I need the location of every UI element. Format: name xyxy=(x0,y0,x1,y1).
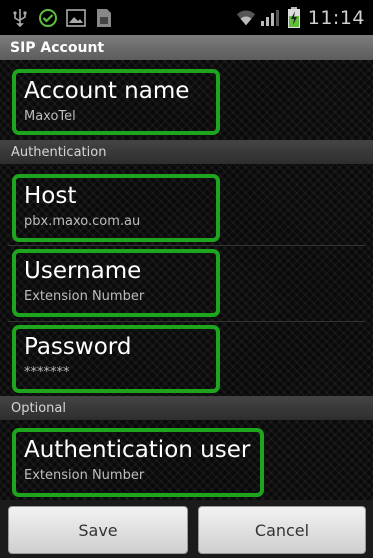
divider xyxy=(8,245,365,246)
authentication-header-label: Authentication xyxy=(11,144,107,160)
divider xyxy=(8,321,365,322)
signal-icon xyxy=(260,8,280,28)
password-preference[interactable]: Password ******* xyxy=(12,325,220,393)
password-title: Password xyxy=(24,334,132,360)
button-bar: Save Cancel xyxy=(0,500,373,558)
image-icon xyxy=(66,8,86,28)
status-bar: 11:14 xyxy=(0,0,373,35)
check-circle-icon xyxy=(38,8,58,28)
authentication-user-preference[interactable]: Authentication user Extension Number xyxy=(12,428,264,497)
host-preference[interactable]: Host pbx.maxo.com.au xyxy=(12,174,220,242)
system-icons: 11:14 xyxy=(236,6,373,29)
username-preference[interactable]: Username Extension Number xyxy=(12,249,220,317)
account-name-value: MaxoTel xyxy=(24,109,76,124)
authentication-user-title: Authentication user xyxy=(24,437,251,463)
title-bar: SIP Account xyxy=(0,35,373,60)
authentication-section-header: Authentication xyxy=(0,140,373,164)
password-value: ******* xyxy=(24,365,70,380)
account-name-preference[interactable]: Account name MaxoTel xyxy=(12,69,220,135)
username-value: Extension Number xyxy=(24,289,145,304)
battery-charging-icon xyxy=(284,6,304,28)
account-name-title: Account name xyxy=(24,78,190,104)
optional-header-label: Optional xyxy=(11,400,66,416)
notification-icons xyxy=(0,8,114,28)
wifi-icon xyxy=(236,8,256,28)
optional-section-header: Optional xyxy=(0,396,373,420)
page-title: SIP Account xyxy=(10,39,105,56)
sim-card-icon xyxy=(94,8,114,28)
cancel-button[interactable]: Cancel xyxy=(198,506,366,554)
username-title: Username xyxy=(24,258,142,284)
preferences-list: Account name MaxoTel Authentication Host… xyxy=(0,60,373,500)
save-button[interactable]: Save xyxy=(8,506,188,554)
usb-icon xyxy=(10,8,30,28)
host-value: pbx.maxo.com.au xyxy=(24,214,141,229)
host-title: Host xyxy=(24,183,77,209)
authentication-user-value: Extension Number xyxy=(24,468,145,483)
status-clock: 11:14 xyxy=(307,6,365,29)
